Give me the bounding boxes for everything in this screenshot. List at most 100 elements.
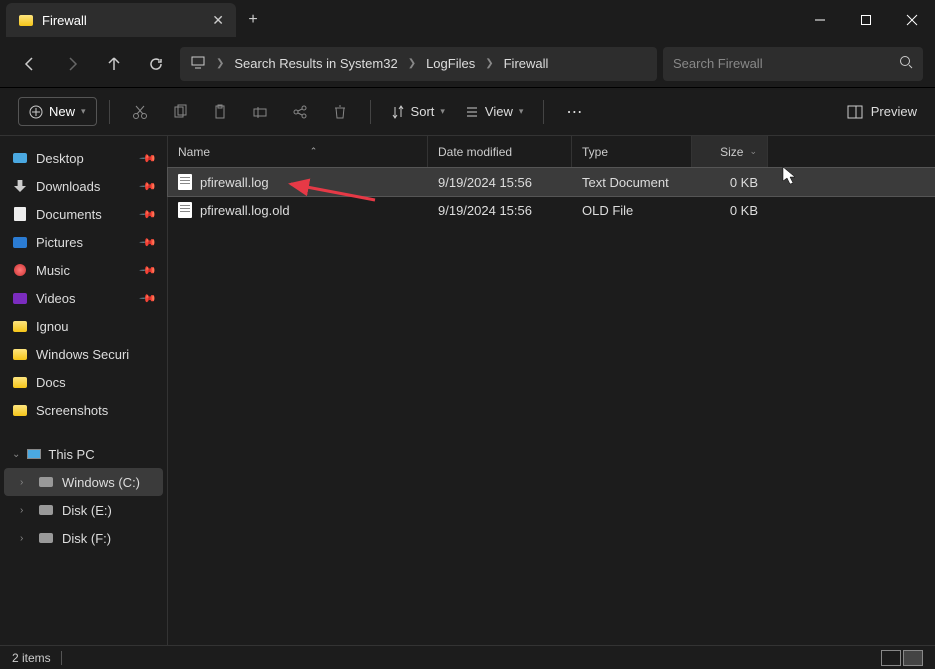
- chevron-down-icon: ▾: [519, 106, 524, 117]
- file-row[interactable]: pfirewall.log.old 9/19/2024 15:56 OLD Fi…: [168, 196, 935, 224]
- monitor-icon: [190, 54, 206, 73]
- chevron-right-icon[interactable]: ❯: [402, 58, 422, 69]
- details-view-icon[interactable]: [881, 650, 901, 666]
- file-size: 0 KB: [692, 175, 768, 190]
- view-button[interactable]: View ▾: [457, 104, 531, 119]
- folder-icon: [18, 12, 34, 28]
- pin-icon: 📌: [139, 205, 158, 224]
- sidebar-item[interactable]: Desktop 📌: [4, 144, 163, 172]
- share-button[interactable]: [282, 94, 318, 130]
- preview-button[interactable]: Preview: [847, 104, 917, 120]
- pc-icon: [26, 446, 42, 462]
- search-input[interactable]: Search Firewall: [663, 47, 923, 81]
- search-placeholder: Search Firewall: [673, 56, 763, 71]
- file-date: 9/19/2024 15:56: [428, 203, 572, 218]
- breadcrumb-segment[interactable]: Firewall: [504, 56, 549, 71]
- sidebar-item-label: Windows Securi: [36, 347, 129, 362]
- rename-button[interactable]: [242, 94, 278, 130]
- column-name[interactable]: Name ⌃: [168, 136, 428, 167]
- column-size[interactable]: Size⌄: [692, 136, 768, 167]
- music-icon: [12, 262, 28, 278]
- chevron-right-icon[interactable]: ❯: [210, 58, 230, 69]
- drive-label: Windows (C:): [62, 475, 140, 490]
- new-tab-button[interactable]: +: [236, 3, 270, 37]
- pin-icon: 📌: [139, 233, 158, 252]
- paste-button[interactable]: [202, 94, 238, 130]
- file-date: 9/19/2024 15:56: [428, 175, 572, 190]
- sort-button[interactable]: Sort ▾: [383, 104, 453, 119]
- up-button[interactable]: [96, 46, 132, 82]
- sidebar-item[interactable]: Documents📌: [4, 200, 163, 228]
- file-name: pfirewall.log.old: [200, 203, 290, 218]
- chevron-right-icon: ›: [20, 477, 30, 488]
- file-row[interactable]: pfirewall.log 9/19/2024 15:56 Text Docum…: [168, 168, 935, 196]
- video-icon: [12, 290, 28, 306]
- breadcrumb[interactable]: ❯ Search Results in System32 ❯ LogFiles …: [180, 47, 657, 81]
- search-icon[interactable]: [899, 55, 913, 72]
- window-controls: [797, 0, 935, 40]
- sidebar-drive[interactable]: › Windows (C:): [4, 468, 163, 496]
- sidebar-item[interactable]: Pictures 📌: [4, 228, 163, 256]
- folder-icon: [12, 346, 28, 362]
- sort-indicator-icon: ⌃: [310, 146, 318, 157]
- sidebar-item-label: Docs: [36, 375, 66, 390]
- pin-icon: 📌: [139, 149, 158, 168]
- breadcrumb-segment[interactable]: Search Results in System32: [234, 56, 397, 71]
- chevron-right-icon[interactable]: ❯: [479, 58, 499, 69]
- chevron-right-icon: ›: [20, 505, 30, 516]
- column-date[interactable]: Date modified: [428, 136, 572, 167]
- desktop-icon: [12, 150, 28, 166]
- sidebar-item[interactable]: Videos📌: [4, 284, 163, 312]
- sidebar-item[interactable]: Music 📌: [4, 256, 163, 284]
- folder-icon: [12, 374, 28, 390]
- close-button[interactable]: [889, 0, 935, 40]
- file-icon: [178, 202, 192, 218]
- file-name: pfirewall.log: [200, 175, 269, 190]
- breadcrumb-segment[interactable]: LogFiles: [426, 56, 475, 71]
- sidebar-drive[interactable]: › Disk (E:): [4, 496, 163, 524]
- back-button[interactable]: [12, 46, 48, 82]
- doc-icon: [12, 206, 28, 222]
- more-button[interactable]: ⋯: [556, 94, 592, 130]
- copy-button[interactable]: [162, 94, 198, 130]
- pin-icon: 📌: [139, 261, 158, 280]
- folder-icon: [12, 402, 28, 418]
- maximize-button[interactable]: [843, 0, 889, 40]
- cut-button[interactable]: [122, 94, 158, 130]
- sidebar-item[interactable]: Windows Securi: [4, 340, 163, 368]
- folder-icon: [12, 318, 28, 334]
- sidebar-item[interactable]: Downloads📌: [4, 172, 163, 200]
- sidebar-item-label: Pictures: [36, 235, 83, 250]
- close-tab-icon[interactable]: ✕: [212, 12, 224, 29]
- forward-button[interactable]: [54, 46, 90, 82]
- file-size: 0 KB: [692, 203, 768, 218]
- chevron-down-icon: ⌄: [749, 146, 757, 157]
- pic-icon: [12, 234, 28, 250]
- large-icons-view-icon[interactable]: [903, 650, 923, 666]
- sidebar-item-label: Desktop: [36, 151, 84, 166]
- disk-icon: [38, 502, 54, 518]
- new-button[interactable]: New ▾: [18, 97, 97, 126]
- drive-label: Disk (E:): [62, 503, 112, 518]
- disk-icon: [38, 530, 54, 546]
- chevron-down-icon: ▾: [440, 106, 445, 117]
- file-list: Name ⌃ Date modified Type Size⌄ pfirewal…: [168, 136, 935, 645]
- column-type[interactable]: Type: [572, 136, 692, 167]
- sidebar-item[interactable]: Docs: [4, 368, 163, 396]
- sidebar-item[interactable]: Screenshots: [4, 396, 163, 424]
- delete-button[interactable]: [322, 94, 358, 130]
- download-icon: [12, 178, 28, 194]
- this-pc-header[interactable]: ⌄ This PC: [4, 440, 163, 468]
- window-tab[interactable]: Firewall ✕: [6, 3, 236, 37]
- sidebar-drive[interactable]: ›Disk (F:): [4, 524, 163, 552]
- pin-icon: 📌: [139, 177, 158, 196]
- sidebar-item[interactable]: Ignou: [4, 312, 163, 340]
- chevron-down-icon: ▾: [81, 106, 86, 117]
- minimize-button[interactable]: [797, 0, 843, 40]
- drive-label: Disk (F:): [62, 531, 111, 546]
- chevron-down-icon: ⌄: [12, 449, 20, 460]
- sidebar-item-label: Music: [36, 263, 70, 278]
- refresh-button[interactable]: [138, 46, 174, 82]
- statusbar: 2 items: [0, 645, 935, 669]
- pin-icon: 📌: [139, 289, 158, 308]
